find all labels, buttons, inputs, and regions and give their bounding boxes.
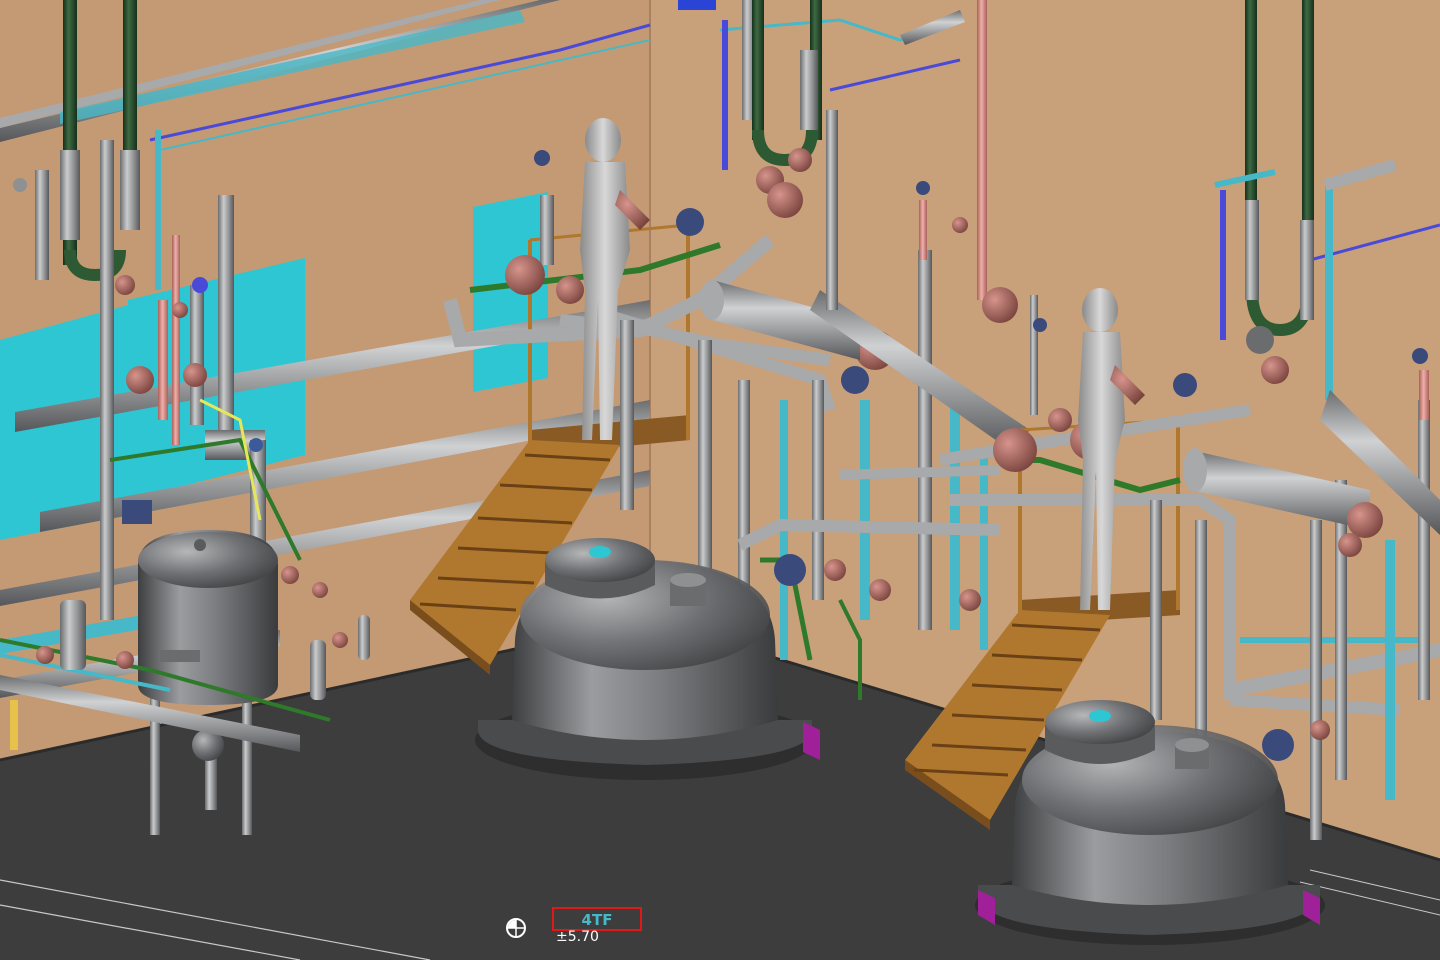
elevation-label: ±5.70 xyxy=(556,929,599,945)
plant-3d-model[interactable]: 4TF ±5.70 xyxy=(0,0,1440,960)
wall-sign xyxy=(678,0,716,10)
window-left-3 xyxy=(473,192,548,392)
equipment-tag-label: 4TF xyxy=(582,911,613,929)
cad-viewport[interactable]: 4TF ±5.70 xyxy=(0,0,1440,960)
